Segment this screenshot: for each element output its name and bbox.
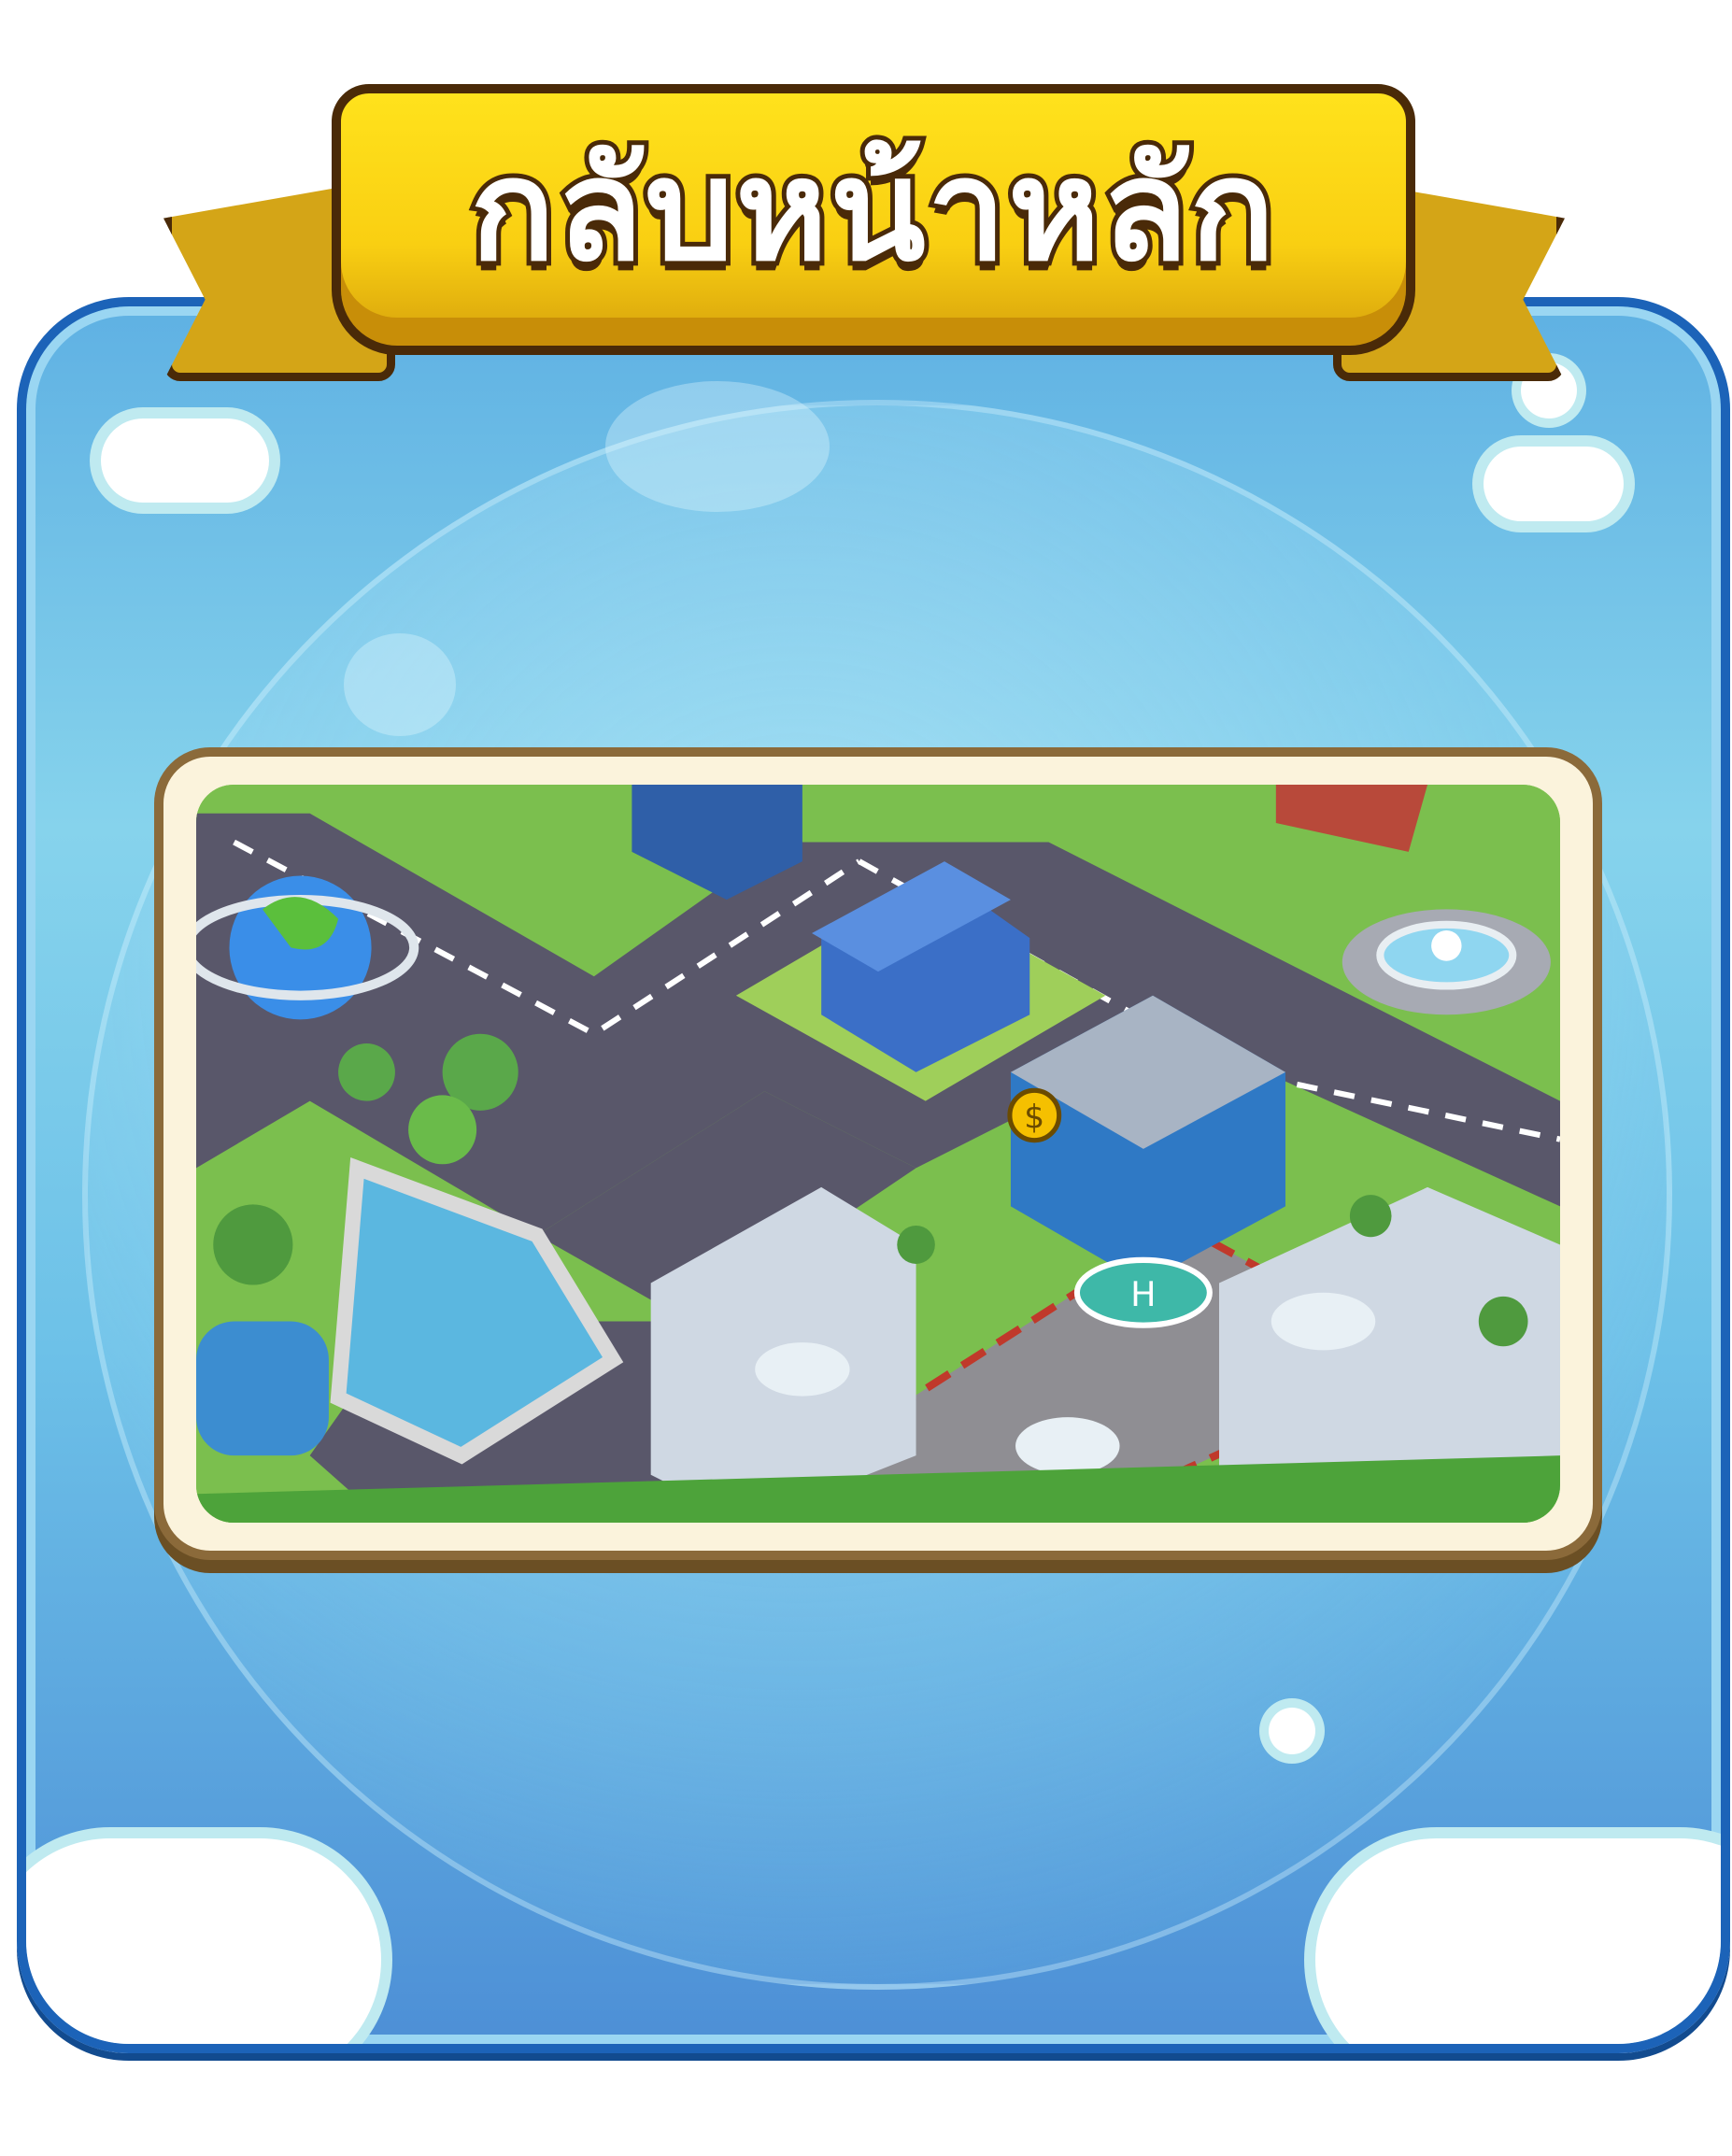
banner-plate[interactable]: กลับหน้าหลัก (332, 84, 1415, 355)
bubble-dot (1269, 1708, 1315, 1754)
cloud-decoration (101, 418, 269, 503)
svg-text:$: $ (1024, 1099, 1044, 1136)
cloud-decoration (1484, 447, 1624, 521)
bubble-highlight (344, 633, 456, 736)
back-to-home-banner[interactable]: กลับหน้าหลัก (163, 65, 1565, 420)
cloud-decoration (1315, 1838, 1721, 2044)
cloud-decoration (26, 1838, 381, 2044)
city-map-illustration: $ H (196, 785, 1560, 1523)
banner-title: กลับหน้าหลัก (465, 125, 1279, 297)
city-preview-frame[interactable]: $ H (154, 747, 1602, 1560)
city-map-preview: $ H (196, 785, 1560, 1523)
svg-text:H: H (1130, 1274, 1156, 1314)
